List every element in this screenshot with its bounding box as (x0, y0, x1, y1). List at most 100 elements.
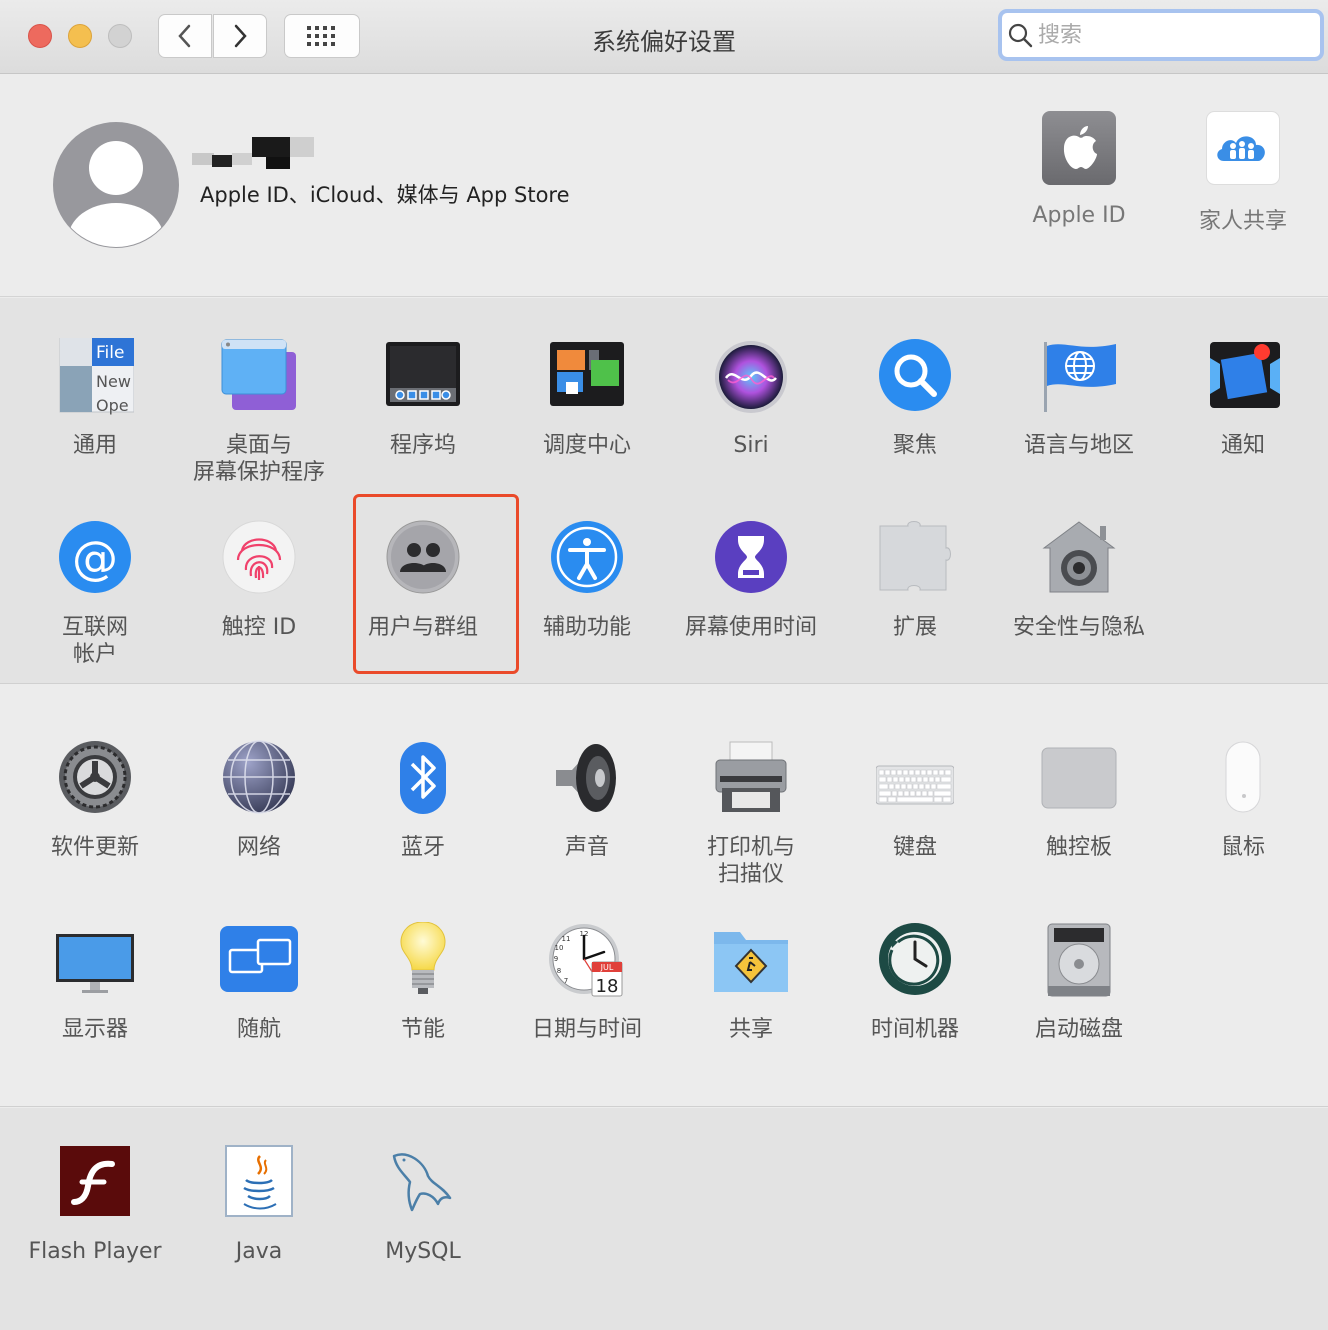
pane-date-time[interactable]: 12 11 10 9 8 7 JUL 18 日期与时间 (505, 922, 669, 1043)
family-sharing-icon (1206, 111, 1280, 185)
pane-flash-player[interactable]: Flash Player (13, 1144, 177, 1265)
keyboard-icon (875, 765, 955, 805)
pane-label: 软件更新 (50, 835, 139, 860)
internet-accounts-icon: @ (59, 521, 131, 593)
svg-text:18: 18 (596, 976, 619, 997)
pane-sidecar[interactable]: 随航 (177, 922, 341, 1043)
search-input[interactable] (1038, 17, 1308, 53)
language-region-icon (1044, 342, 1116, 412)
pane-label: 蓝牙 (400, 835, 445, 860)
account-section: Apple ID、iCloud、媒体与 App Store Apple ID 家… (0, 75, 1328, 297)
pane-trackpad[interactable]: 触控板 (997, 740, 1161, 861)
pane-language-region[interactable]: 语言与地区 (997, 338, 1161, 459)
svg-text:8: 8 (557, 967, 561, 975)
pane-bluetooth[interactable]: 蓝牙 (341, 740, 505, 861)
pane-mission-control[interactable]: 调度中心 (505, 338, 669, 459)
screen-time-icon (715, 521, 787, 593)
svg-text:@: @ (72, 531, 118, 585)
pane-internet-accounts[interactable]: @ 互联网 帐户 (13, 520, 177, 668)
pane-label: 用户与群组 (367, 615, 478, 640)
bluetooth-icon (400, 742, 446, 814)
energy-saver-icon (400, 921, 446, 994)
pane-keyboard[interactable]: 键盘 (833, 740, 997, 861)
svg-text:7: 7 (564, 977, 568, 985)
pane-touch-id[interactable]: 触控 ID (177, 520, 341, 641)
java-icon (225, 1145, 293, 1217)
pane-label: 互联网 帐户 (61, 615, 128, 667)
mission-control-icon (550, 342, 624, 406)
pane-mouse[interactable]: 鼠标 (1161, 740, 1325, 861)
pane-general[interactable]: File New Ope 通用 (13, 337, 177, 459)
pane-dock[interactable]: 程序坞 (341, 338, 505, 459)
pane-label: 网络 (236, 835, 281, 860)
pane-desktop-screensaver[interactable]: 桌面与 屏幕保护程序 (177, 338, 341, 486)
pane-java[interactable]: Java (177, 1144, 341, 1265)
pane-mysql[interactable]: MySQL (341, 1144, 505, 1265)
pane-extensions[interactable]: 扩展 (833, 520, 997, 641)
pane-siri[interactable]: Siri (669, 338, 833, 459)
pane-accessibility[interactable]: 辅助功能 (505, 520, 669, 641)
pane-sound[interactable]: 声音 (505, 740, 669, 861)
pane-displays[interactable]: 显示器 (13, 922, 177, 1043)
apple-id-pane[interactable]: Apple ID (1004, 111, 1154, 228)
family-sharing-pane[interactable]: 家人共享 (1168, 111, 1318, 235)
pane-label: 打印机与 扫描仪 (706, 835, 795, 887)
svg-text:10: 10 (555, 944, 564, 952)
grid-icon (307, 26, 335, 46)
pane-energy-saver[interactable]: 节能 (341, 921, 505, 1043)
trackpad-icon (1041, 747, 1117, 809)
pane-label: 辅助功能 (542, 615, 631, 640)
pane-label: 启动磁盘 (1034, 1017, 1123, 1042)
pane-label: 程序坞 (389, 433, 456, 458)
close-button[interactable] (28, 24, 52, 48)
pane-label: 显示器 (61, 1017, 128, 1042)
siri-icon (715, 341, 787, 413)
users-groups-icon (386, 520, 460, 594)
account-name-redacted (192, 137, 314, 169)
extensions-icon (879, 521, 951, 591)
search-field[interactable] (998, 9, 1324, 61)
pane-label: 触控板 (1045, 835, 1112, 860)
pane-label: MySQL (385, 1239, 461, 1264)
pane-label: 通知 (1220, 433, 1265, 458)
family-sharing-label: 家人共享 (1198, 209, 1287, 234)
pane-label: 调度中心 (542, 433, 631, 458)
pane-security-privacy[interactable]: 安全性与隐私 (997, 520, 1161, 641)
pane-label: 日期与时间 (531, 1017, 642, 1042)
forward-button[interactable] (213, 14, 267, 58)
spotlight-icon (879, 339, 951, 411)
sidecar-icon (220, 926, 298, 992)
avatar[interactable] (52, 121, 180, 249)
mouse-icon (1225, 741, 1261, 813)
pane-software-update[interactable]: 软件更新 (13, 740, 177, 861)
svg-text:9: 9 (554, 955, 558, 963)
pane-startup-disk[interactable]: 启动磁盘 (997, 922, 1161, 1043)
pane-screen-time[interactable]: 屏幕使用时间 (669, 520, 833, 641)
pane-label: 随航 (236, 1017, 281, 1042)
back-button[interactable] (158, 14, 212, 58)
displays-icon (56, 934, 134, 993)
pane-label: 键盘 (892, 835, 937, 860)
pane-printers-scanners[interactable]: 打印机与 扫描仪 (669, 740, 833, 888)
pane-label: 节能 (400, 1017, 445, 1042)
show-all-button[interactable] (284, 14, 360, 58)
pane-sharing[interactable]: 共享 (669, 922, 833, 1043)
software-update-icon (59, 741, 131, 813)
accessibility-icon (551, 521, 623, 593)
mysql-icon (392, 1153, 452, 1212)
pane-time-machine[interactable]: 时间机器 (833, 922, 997, 1043)
pane-spotlight[interactable]: 聚焦 (833, 338, 997, 459)
pane-network[interactable]: 网络 (177, 740, 341, 861)
network-icon (223, 740, 295, 814)
pane-label: 安全性与隐私 (1012, 615, 1145, 640)
account-subtitle[interactable]: Apple ID、iCloud、媒体与 App Store (200, 179, 570, 209)
svg-text:JUL: JUL (600, 963, 614, 972)
dock-icon (386, 342, 460, 406)
zoom-button[interactable] (108, 24, 132, 48)
pane-label: 通用 (72, 433, 117, 458)
minimize-button[interactable] (68, 24, 92, 48)
pane-label: 声音 (564, 835, 609, 860)
search-icon (1002, 17, 1038, 53)
pane-users-groups[interactable]: 用户与群组 (341, 520, 505, 641)
pane-notifications[interactable]: 通知 (1161, 338, 1325, 459)
